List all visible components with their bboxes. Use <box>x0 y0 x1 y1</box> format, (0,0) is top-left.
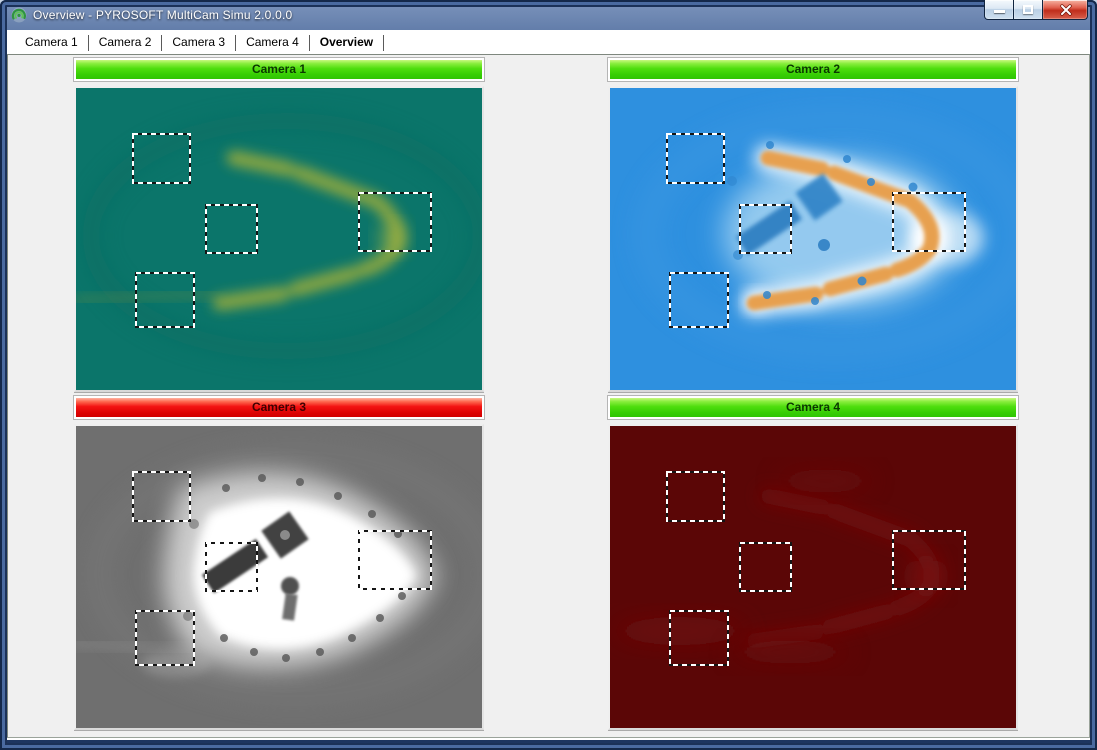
camera-4-thermal-view[interactable] <box>608 424 1018 730</box>
tab-camera-1[interactable]: Camera 1 <box>15 35 89 51</box>
tab-camera-3[interactable]: Camera 3 <box>162 35 236 51</box>
window-title: Overview - PYROSOFT MultiCam Simu 2.0.0.… <box>33 8 292 22</box>
app-logo-icon <box>11 7 27 23</box>
camera-3-thermal-view[interactable] <box>74 424 484 730</box>
overview-content: Camera 1 <box>7 54 1090 738</box>
camera-4-status-header: Camera 4 <box>608 396 1018 419</box>
camera-2-panel: Camera 2 <box>608 58 1018 392</box>
app-window: Overview - PYROSOFT MultiCam Simu 2.0.0.… <box>0 0 1097 750</box>
camera-3-status-header: Camera 3 <box>74 396 484 419</box>
camera-4-panel: Camera 4 <box>608 396 1018 730</box>
tab-camera-4[interactable]: Camera 4 <box>236 35 310 51</box>
maximize-icon <box>1023 5 1033 14</box>
close-icon <box>1060 4 1072 16</box>
tab-camera-2[interactable]: Camera 2 <box>89 35 163 51</box>
minimize-button[interactable] <box>984 0 1014 20</box>
camera-1-status-header: Camera 1 <box>74 58 484 81</box>
title-bar[interactable]: Overview - PYROSOFT MultiCam Simu 2.0.0.… <box>0 0 1097 30</box>
camera-1-panel: Camera 1 <box>74 58 484 392</box>
camera-2-status-header: Camera 2 <box>608 58 1018 81</box>
app-body: Camera 1 Camera 2 Camera 3 Camera 4 Over… <box>7 30 1090 740</box>
camera-2-thermal-view[interactable] <box>608 86 1018 392</box>
close-button[interactable] <box>1042 0 1088 20</box>
window-controls <box>984 0 1088 20</box>
tab-overview[interactable]: Overview <box>310 35 384 51</box>
tab-strip: Camera 1 Camera 2 Camera 3 Camera 4 Over… <box>7 30 1090 54</box>
camera-1-thermal-view[interactable] <box>74 86 484 392</box>
minimize-icon <box>994 10 1005 13</box>
camera-3-panel: Camera 3 <box>74 396 484 730</box>
maximize-button[interactable] <box>1014 0 1042 20</box>
